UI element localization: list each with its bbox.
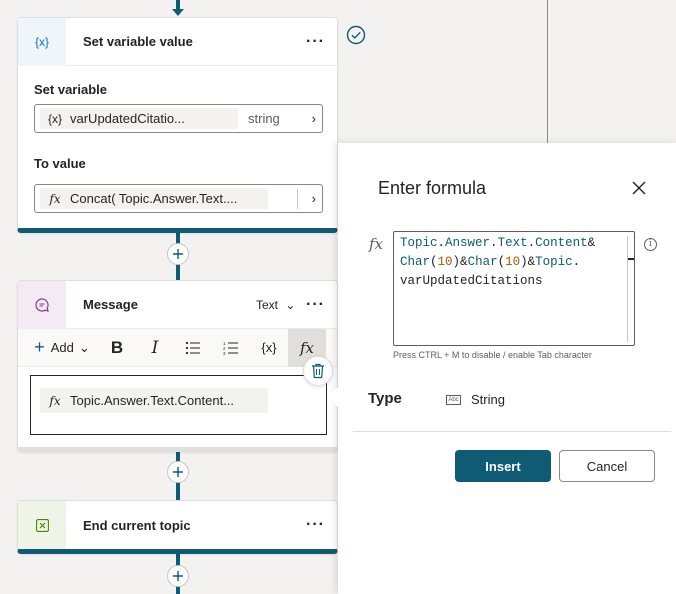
chevron-down-icon: ⌄ (285, 298, 296, 312)
trash-icon[interactable] (303, 356, 333, 386)
format-dropdown[interactable]: Text ⌄ (256, 298, 295, 312)
add-node-button[interactable] (167, 565, 189, 587)
variable-name: varUpdatedCitatio... (70, 111, 185, 126)
add-node-button[interactable] (167, 461, 189, 483)
text-cursor (628, 258, 634, 260)
fx-icon: fx (369, 235, 384, 253)
formula-line: Char(10)&Char(10)&Topic. (400, 255, 581, 269)
formula-chip[interactable]: fx Topic.Answer.Text.Content... (40, 388, 268, 413)
message-toolbar: + Add ⌄ B I 123 {x} fx (18, 328, 337, 367)
fx-icon: fx (49, 393, 61, 408)
bulleted-list-icon[interactable] (174, 329, 212, 367)
add-node-button[interactable] (167, 243, 189, 265)
more-options-icon[interactable]: ··· (306, 296, 325, 314)
variable-chip: {x} varUpdatedCitatio... (40, 108, 238, 129)
type-value-text: String (471, 392, 505, 407)
message-node[interactable]: Message Text ⌄ ··· + Add ⌄ B I 123 {x} f… (17, 280, 338, 452)
variable-type: string (248, 111, 280, 126)
message-editor[interactable]: fx Topic.Answer.Text.Content... (30, 375, 327, 435)
value-text: Concat( Topic.Answer.Text.... (70, 191, 238, 206)
chevron-right-icon[interactable]: › (312, 111, 316, 126)
bold-button[interactable]: B (98, 329, 136, 367)
node-header: Message Text ⌄ ··· (18, 280, 337, 329)
variable-icon: {x} (47, 111, 62, 126)
string-type-icon: Abc (446, 394, 461, 405)
more-options-icon[interactable]: ··· (306, 516, 325, 534)
panel-pointer (328, 387, 338, 407)
insert-button[interactable]: Insert (455, 450, 551, 482)
set-variable-icon: {x} (18, 17, 66, 66)
node-title: Set variable value (83, 34, 193, 49)
numbered-list-icon[interactable]: 123 (212, 329, 250, 367)
value-field[interactable]: fx Concat( Topic.Answer.Text.... › (34, 184, 323, 213)
type-label: Type (368, 390, 402, 407)
plus-icon (173, 571, 183, 581)
set-variable-label: Set variable (34, 82, 107, 97)
formula-editor[interactable]: Topic.Answer.Text.Content& Char(10)&Char… (393, 231, 635, 346)
add-content-button[interactable]: + Add ⌄ (26, 329, 98, 367)
chevron-down-icon: ⌄ (78, 339, 90, 355)
chat-bubble-icon (18, 280, 66, 329)
type-value: Abc String (446, 392, 505, 407)
add-label: Add (50, 340, 74, 355)
plus-icon (173, 467, 183, 477)
authoring-canvas: {x} Set variable value ··· Set variable … (0, 0, 676, 594)
chevron-right-icon[interactable]: › (312, 191, 316, 206)
node-header: End current topic ··· (18, 501, 337, 549)
fx-icon: fx (49, 191, 61, 206)
node-title: Message (83, 297, 138, 312)
scrollbar[interactable] (627, 236, 628, 342)
more-options-icon[interactable]: ··· (306, 33, 325, 51)
divider (353, 431, 671, 432)
check-circle-icon (346, 25, 366, 50)
node-header: {x} Set variable value ··· (18, 17, 337, 66)
node-title: End current topic (83, 517, 191, 533)
set-variable-icon-text: {x} (34, 34, 49, 49)
close-box-icon (18, 501, 66, 549)
formula-panel: Enter formula fx Topic.Answer.Text.Conte… (328, 143, 676, 594)
cancel-button[interactable]: Cancel (559, 450, 655, 482)
italic-button[interactable]: I (136, 329, 174, 367)
end-topic-node[interactable]: End current topic ··· (17, 500, 338, 554)
set-variable-node[interactable]: {x} Set variable value ··· Set variable … (17, 17, 338, 233)
connector-arrow (172, 9, 184, 16)
field-divider (297, 189, 298, 209)
plus-icon (173, 249, 183, 259)
insert-variable-button[interactable]: {x} (250, 329, 288, 367)
info-icon[interactable]: i (644, 238, 657, 251)
formula-line: Topic.Answer.Text.Content& (400, 236, 596, 250)
format-label: Text (256, 298, 279, 312)
formula-chip: fx Concat( Topic.Answer.Text.... (40, 188, 268, 209)
formula-line: varUpdatedCitations (400, 274, 543, 288)
plus-icon: + (34, 337, 45, 357)
content-text: Topic.Answer.Text.Content... (70, 393, 235, 408)
to-value-label: To value (34, 156, 86, 171)
close-icon[interactable] (630, 179, 648, 197)
tab-hint: Press CTRL + M to disable / enable Tab c… (393, 350, 592, 360)
panel-title: Enter formula (378, 178, 487, 198)
variable-selector[interactable]: {x} varUpdatedCitatio... string › (34, 104, 323, 133)
svg-text:3: 3 (223, 351, 226, 355)
